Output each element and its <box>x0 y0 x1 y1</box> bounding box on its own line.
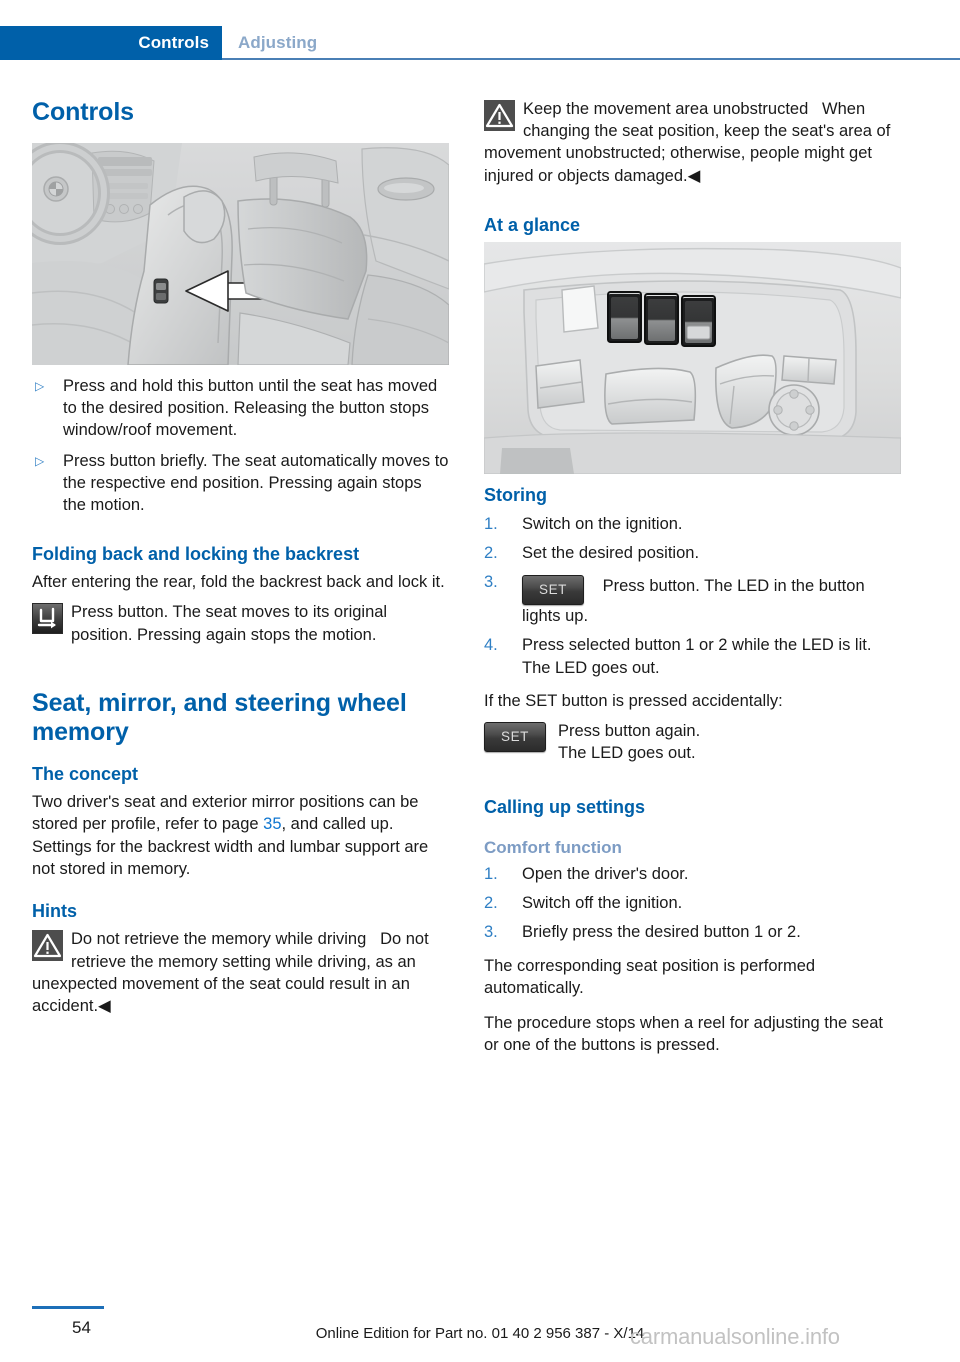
comfort-result-paragraph: The corresponding seat position is perfo… <box>484 956 816 997</box>
tab-adjusting[interactable]: Adjusting <box>238 26 317 60</box>
step-text: Set the desired position. <box>522 543 700 562</box>
movement-area-warning-block: Keep the movement area unobstructed When… <box>484 98 901 187</box>
set-button-icon[interactable]: SET <box>522 575 584 606</box>
warning-triangle-icon <box>32 930 63 962</box>
heading-the-concept: The concept <box>32 763 139 784</box>
concept-paragraph: Two driver's seat and exterior mirror po… <box>32 791 449 880</box>
bullet-text: Press button briefly. The seat automatic… <box>63 452 449 515</box>
set-again-line-2: The LED goes out. <box>558 744 696 763</box>
controls-bullet-list: ▷ Press and hold this button until the s… <box>32 375 449 517</box>
step-number: 2. <box>484 894 498 913</box>
comfort-steps-list: 1. Open the driver's door. 2. Switch off… <box>484 863 901 944</box>
folding-icon-note: Press button. The seat moves to its orig… <box>32 601 449 645</box>
heading-seat-mirror-memory: Seat, mirror, and steering wheel memory <box>32 688 407 747</box>
set-button-icon[interactable]: SET <box>484 721 546 752</box>
accidental-press-note: If the SET button is pressed accidentall… <box>484 691 783 710</box>
seat-fold-button-icon <box>32 603 63 635</box>
heading-comfort-function: Comfort function <box>484 837 622 857</box>
set-button-again-block: SET Press button again. The LED goes out… <box>484 720 901 764</box>
bullet-text: Press and hold this button until the sea… <box>63 376 438 439</box>
step-text: Switch on the ignition. <box>522 514 683 533</box>
seat-adjustment-button-illustration <box>32 142 449 365</box>
list-item: 3. Briefly press the desired button 1 or… <box>484 921 901 943</box>
step-text: Open the driver's door. <box>522 865 689 883</box>
list-item: 2. Set the desired position. <box>484 542 901 564</box>
folding-intro-text: After entering the rear, fold the backre… <box>32 573 445 592</box>
right-column: Keep the movement area unobstructed When… <box>484 98 901 1069</box>
step-text: Switch off the ignition. <box>522 894 683 913</box>
list-item: 4. Press selected button 1 or 2 while th… <box>484 634 901 678</box>
heading-folding-backrest: Folding back and locking the backrest <box>32 543 360 564</box>
step-number: 2. <box>484 543 498 562</box>
heading-storing: Storing <box>484 485 547 506</box>
warning-title-text: Do not retrieve the memory while driving <box>71 930 367 949</box>
page-header: Controls Adjusting <box>0 26 960 60</box>
header-divider <box>222 58 960 60</box>
seat-memory-control-panel-illustration <box>484 242 901 475</box>
triangle-bullet-icon: ▷ <box>35 378 45 393</box>
set-again-line-1: Press button again. <box>558 721 701 740</box>
triangle-bullet-icon: ▷ <box>35 454 45 469</box>
tab-controls[interactable]: Controls <box>0 26 222 60</box>
comfort-stop-paragraph: The procedure stops when a reel for adju… <box>484 1013 883 1055</box>
list-item: 2. Switch off the ignition. <box>484 892 901 914</box>
left-column: Controls ▷ Press and hold this button un… <box>32 98 449 1030</box>
footer-divider <box>32 1306 104 1309</box>
list-item: 1. Open the driver's door. <box>484 863 901 885</box>
list-item: 3. SET Press button. The LED in the butt… <box>484 571 901 627</box>
folding-icon-text: Press button. The seat moves to its orig… <box>71 603 388 644</box>
step-number: 4. <box>484 636 498 655</box>
heading-calling-up-settings: Calling up settings <box>484 797 646 818</box>
list-item: ▷ Press and hold this button until the s… <box>32 375 449 442</box>
heading-at-a-glance: At a glance <box>484 214 581 235</box>
step-text: Press selected button 1 or 2 while the L… <box>522 636 872 677</box>
site-watermark: carmanualsonline.info <box>630 1324 840 1349</box>
warning-triangle-icon <box>484 100 515 131</box>
list-item: 1. Switch on the ignition. <box>484 513 901 535</box>
step-number: 1. <box>484 865 498 883</box>
heading-hints: Hints <box>32 900 77 921</box>
page-title-controls: Controls <box>32 98 134 126</box>
warning-title-text: Keep the movement area unobstructed <box>523 100 809 118</box>
step-text: Briefly press the desired button 1 or 2. <box>522 923 801 942</box>
step-number: 1. <box>484 514 498 533</box>
list-item: ▷ Press button briefly. The seat automat… <box>32 450 449 517</box>
step-number: 3. <box>484 923 498 942</box>
hints-warning-block: Do not retrieve the memory while driving… <box>32 928 449 1017</box>
storing-steps-list: 1. Switch on the ignition. 2. Set the de… <box>484 513 901 679</box>
page-reference-link[interactable]: 35 <box>263 815 281 833</box>
step-number: 3. <box>484 573 498 592</box>
